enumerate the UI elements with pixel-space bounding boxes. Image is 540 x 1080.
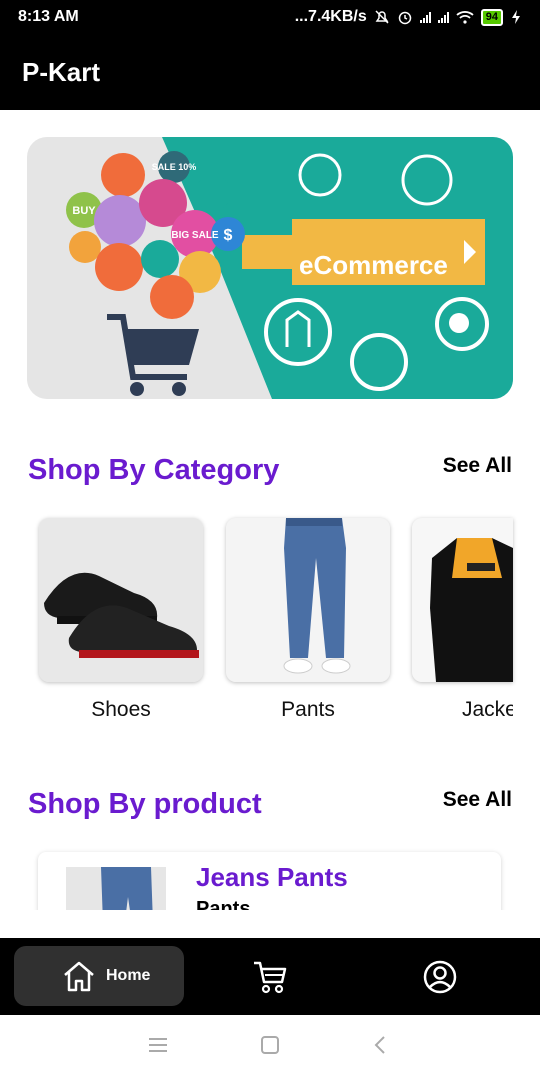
status-bar: 8:13 AM ...7.4KB/s 94 xyxy=(0,0,540,34)
banner-badge-buy: BUY xyxy=(72,205,96,217)
nav-cart-button[interactable] xyxy=(252,960,288,999)
nav-home-button[interactable]: Home xyxy=(14,946,184,1006)
battery-icon: 94 xyxy=(480,8,503,26)
menu-icon[interactable] xyxy=(148,1035,168,1055)
profile-icon xyxy=(423,960,457,994)
category-label-shoes: Shoes xyxy=(91,698,151,721)
bottom-nav: Home xyxy=(0,938,540,1015)
pants-image xyxy=(226,518,390,682)
cart-icon xyxy=(254,961,287,994)
category-card-jackets[interactable] xyxy=(412,518,513,682)
home-square-icon[interactable] xyxy=(260,1035,280,1055)
banner-badge-dollar: $ xyxy=(224,227,233,244)
signal-icon xyxy=(437,11,449,23)
app-bar: P-Kart xyxy=(0,34,540,110)
alarm-off-icon xyxy=(375,10,389,24)
status-icons: ...7.4KB/s 94 xyxy=(295,8,522,26)
promo-banner[interactable]: BUY SALE 10% BIG SALE $ eCommerce xyxy=(27,137,513,399)
shoes-image xyxy=(39,518,203,682)
banner-label: eCommerce xyxy=(299,250,448,280)
home-icon xyxy=(64,961,94,992)
main-content[interactable]: BUY SALE 10% BIG SALE $ eCommerce Shop B… xyxy=(0,110,540,910)
category-label-jackets: Jacke xyxy=(462,698,513,721)
product-card[interactable]: Jeans Pants Pants xyxy=(38,852,501,910)
nav-home-label: Home xyxy=(106,967,151,984)
signal-icon xyxy=(419,11,431,23)
banner-badge-big-sale: BIG SALE xyxy=(171,230,219,241)
category-see-all-link[interactable]: See All xyxy=(443,454,512,478)
app-title: P-Kart xyxy=(22,56,101,87)
product-category: Pants xyxy=(196,898,251,910)
nav-profile-button[interactable] xyxy=(423,960,457,999)
jacket-image xyxy=(412,518,513,682)
system-nav-bar xyxy=(0,1015,540,1080)
banner-badge-sale: SALE 10% xyxy=(152,162,197,172)
category-section-title: Shop By Category xyxy=(28,454,280,486)
product-image xyxy=(66,867,166,910)
product-name: Jeans Pants xyxy=(196,862,348,892)
product-section-title: Shop By product xyxy=(28,788,262,820)
alarm-icon xyxy=(398,11,411,25)
category-card-pants[interactable] xyxy=(226,518,390,682)
network-speed: ...7.4KB/s xyxy=(294,8,367,25)
category-label-pants: Pants xyxy=(281,698,335,721)
wifi-icon xyxy=(456,11,474,24)
status-time: 8:13 AM xyxy=(18,8,79,25)
charging-icon xyxy=(512,10,520,24)
back-icon[interactable] xyxy=(372,1035,388,1055)
category-card-shoes[interactable] xyxy=(39,518,203,682)
product-see-all-link[interactable]: See All xyxy=(443,788,512,812)
